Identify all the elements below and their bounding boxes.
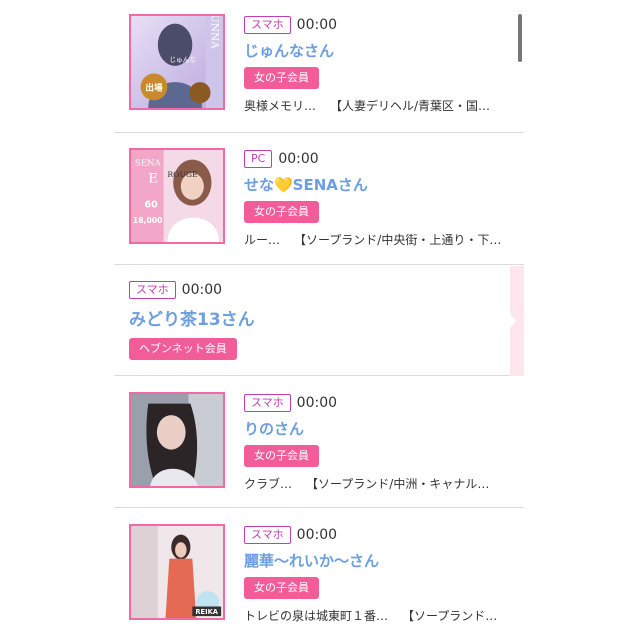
list-item[interactable]: スマホ 00:00 りのさん 女の子会員 クラブ… 【ソープランド/中洲・キャナル… xyxy=(114,376,524,508)
profile-thumbnail[interactable]: UNNA じゅんな 出場 xyxy=(129,14,225,110)
shop-name: クラブ… xyxy=(244,476,293,491)
shop-info[interactable]: トレビの泉は城東町１番… 【ソープランド… xyxy=(244,607,497,624)
post-time: 00:00 xyxy=(296,16,338,33)
profile-photo: UNNA じゅんな 出場 xyxy=(131,16,223,108)
member-badge: 女の子会員 xyxy=(244,200,319,223)
shop-category: 【ソープランド/中洲・キャナル… xyxy=(306,476,490,491)
device-tag: スマホ xyxy=(244,525,291,544)
list-item[interactable]: UNNA じゅんな 出場 スマホ 00:00 じゅんなさん 女の子会員 奥様メモリ… xyxy=(114,0,524,133)
profile-thumbnail[interactable] xyxy=(129,392,225,488)
device-tag: PC xyxy=(244,149,273,168)
profile-photo: SENA E ROUGE 60 18,000 xyxy=(131,150,223,242)
user-name-link[interactable]: 麗華〜れいか〜さん xyxy=(244,550,497,571)
user-name-link[interactable]: じゅんなさん xyxy=(244,40,490,61)
shop-info[interactable]: ルー… 【ソープランド/中央街・上通り・下… xyxy=(244,231,501,248)
thumb-caption: E xyxy=(148,172,158,187)
shop-info[interactable]: 奥様メモリ… 【人妻デリヘル/青葉区・国… xyxy=(244,97,490,114)
post-time: 00:00 xyxy=(278,150,319,167)
thumb-caption: REIKA xyxy=(195,608,218,616)
message-list: UNNA じゅんな 出場 スマホ 00:00 じゅんなさん 女の子会員 奥様メモリ… xyxy=(114,0,524,640)
thumb-caption: SENA xyxy=(135,158,162,168)
device-tag: スマホ xyxy=(129,280,176,299)
shop-name: 奥様メモリ… xyxy=(244,98,317,113)
profile-photo xyxy=(131,394,223,486)
profile-thumbnail[interactable]: SENA E ROUGE 60 18,000 xyxy=(129,148,225,244)
list-item[interactable]: REIKA スマホ 00:00 麗華〜れいか〜さん 女の子会員 トレビの泉は城東町… xyxy=(114,508,524,640)
post-time: 00:00 xyxy=(296,394,338,411)
thumb-caption: 18,000 xyxy=(133,216,163,225)
shop-category: 【ソープランド/中央街・上通り・下… xyxy=(294,232,502,247)
user-name-link[interactable]: りのさん xyxy=(244,418,489,439)
thumb-caption: じゅんな xyxy=(169,56,196,64)
shop-name: トレビの泉は城東町１番… xyxy=(244,608,389,623)
user-name-link[interactable]: せな💛SENAさん xyxy=(244,174,501,195)
thumb-caption: 出場 xyxy=(145,82,163,94)
chevron-left-icon xyxy=(510,314,516,328)
thumb-caption: 60 xyxy=(144,200,158,211)
post-time: 00:00 xyxy=(296,526,338,543)
member-badge: ヘブンネット会員 xyxy=(129,337,237,360)
profile-thumbnail[interactable]: REIKA xyxy=(129,524,225,620)
member-badge: 女の子会員 xyxy=(244,576,319,599)
post-time: 00:00 xyxy=(181,281,223,298)
thumb-caption: ROUGE xyxy=(167,170,197,179)
member-badge: 女の子会員 xyxy=(244,66,319,89)
device-tag: スマホ xyxy=(244,393,291,412)
side-tab[interactable] xyxy=(510,266,524,376)
profile-photo: REIKA xyxy=(131,526,223,618)
scrollbar-thumb[interactable] xyxy=(518,14,522,62)
member-badge: 女の子会員 xyxy=(244,444,319,467)
list-item[interactable]: スマホ 00:00 みどり茶13さん ヘブンネット会員 xyxy=(114,265,524,376)
user-name-link[interactable]: みどり茶13さん xyxy=(129,305,255,330)
shop-info[interactable]: クラブ… 【ソープランド/中洲・キャナル… xyxy=(244,475,489,492)
shop-name: ルー… xyxy=(244,232,281,247)
shop-category: 【ソープランド… xyxy=(402,608,498,623)
list-item[interactable]: SENA E ROUGE 60 18,000 PC 00:00 せな💛SENAさん… xyxy=(114,133,524,265)
thumb-caption: UNNA xyxy=(208,16,220,49)
device-tag: スマホ xyxy=(244,15,291,34)
shop-category: 【人妻デリヘル/青葉区・国… xyxy=(330,98,491,113)
